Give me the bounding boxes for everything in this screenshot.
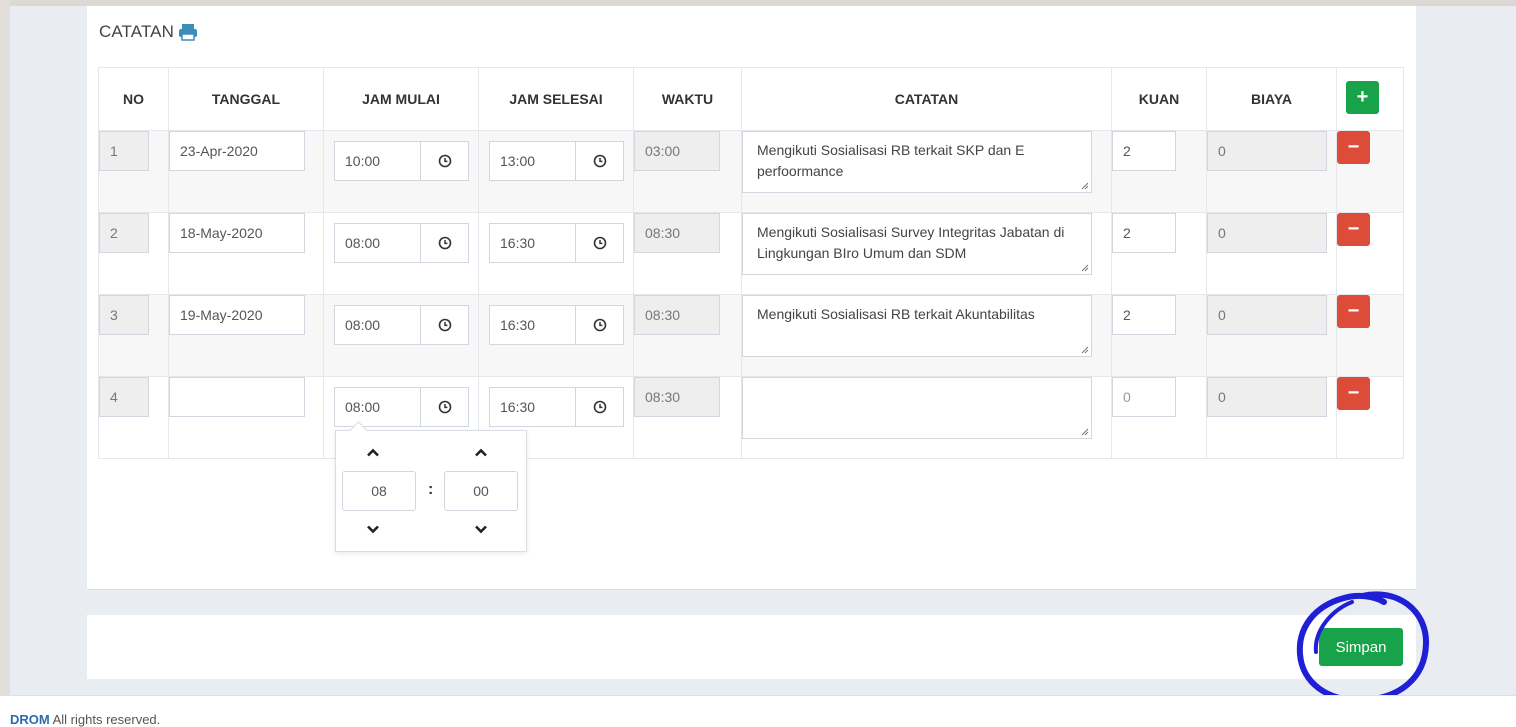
jam-mulai-input[interactable]: 08:00 bbox=[334, 223, 420, 263]
col-header-biaya: BIAYA bbox=[1206, 67, 1337, 131]
footer-brand[interactable]: DROM bbox=[10, 712, 50, 727]
row-no-field: 4 bbox=[99, 377, 149, 417]
hour-down-chevron-icon[interactable] bbox=[363, 522, 383, 536]
jam-selesai-input[interactable]: 16:30 bbox=[489, 387, 575, 427]
catatan-text: Mengikuti Sosialisasi RB terkait SKP dan… bbox=[757, 142, 1025, 179]
clock-icon[interactable] bbox=[420, 305, 469, 345]
row-no-field: 2 bbox=[99, 213, 149, 253]
catatan-textarea[interactable]: Mengikuti Sosialisasi Survey Integritas … bbox=[742, 213, 1092, 275]
clock-icon[interactable] bbox=[575, 305, 624, 345]
resize-grip-icon[interactable] bbox=[1079, 180, 1089, 190]
waktu-field: 08:30 bbox=[634, 295, 720, 335]
screen-edge bbox=[0, 0, 10, 726]
section-title: CATATAN bbox=[99, 22, 174, 41]
timepicker-popup: 08 : 00 bbox=[335, 430, 527, 552]
row-no-field: 1 bbox=[99, 131, 149, 171]
catatan-textarea[interactable]: Mengikuti Sosialisasi RB terkait SKP dan… bbox=[742, 131, 1092, 193]
col-header-jam-mulai: JAM MULAI bbox=[323, 67, 479, 131]
clock-icon[interactable] bbox=[575, 141, 624, 181]
jam-mulai-input[interactable]: 10:00 bbox=[334, 141, 420, 181]
table-header-row: NO TANGGAL JAM MULAI JAM SELESAI WAKTU C… bbox=[98, 67, 1404, 131]
resize-grip-icon[interactable] bbox=[1079, 262, 1089, 272]
col-header-waktu: WAKTU bbox=[633, 67, 742, 131]
hour-up-chevron-icon[interactable] bbox=[363, 445, 383, 459]
col-header-kuan: KUAN bbox=[1111, 67, 1207, 131]
biaya-field: 0 bbox=[1207, 377, 1327, 417]
resize-grip-icon[interactable] bbox=[1079, 344, 1089, 354]
highlight-circle-annotation bbox=[1296, 591, 1430, 704]
copyright-text: DROM All rights reserved. bbox=[10, 712, 160, 727]
remove-row-button[interactable]: − bbox=[1337, 213, 1370, 246]
clock-icon[interactable] bbox=[420, 387, 469, 427]
clock-icon[interactable] bbox=[575, 223, 624, 263]
remove-row-button[interactable]: − bbox=[1337, 295, 1370, 328]
hour-field[interactable]: 08 bbox=[342, 471, 416, 511]
catatan-textarea[interactable]: Mengikuti Sosialisasi RB terkait Akuntab… bbox=[742, 295, 1092, 357]
kuan-input[interactable]: 2 bbox=[1112, 131, 1176, 171]
biaya-field: 0 bbox=[1207, 131, 1327, 171]
jam-mulai-input[interactable]: 08:00 bbox=[334, 387, 420, 427]
clock-icon[interactable] bbox=[575, 387, 624, 427]
catatan-table: NO TANGGAL JAM MULAI JAM SELESAI WAKTU C… bbox=[98, 67, 1404, 459]
table-row: 4 08:00 16:30 08:30 0 0 − bbox=[98, 376, 1404, 459]
jam-selesai-input[interactable]: 16:30 bbox=[489, 223, 575, 263]
col-header-tanggal: TANGGAL bbox=[168, 67, 324, 131]
biaya-field: 0 bbox=[1207, 213, 1327, 253]
minute-up-chevron-icon[interactable] bbox=[471, 445, 491, 459]
catatan-card: CATATAN NO TANGGAL JAM MULAI JAM SELESAI… bbox=[87, 6, 1416, 590]
remove-row-button[interactable]: − bbox=[1337, 377, 1370, 410]
table-row: 3 19-May-2020 08:00 16:30 08:30 Mengikut… bbox=[98, 294, 1404, 377]
jam-mulai-input[interactable]: 08:00 bbox=[334, 305, 420, 345]
kuan-input[interactable]: 0 bbox=[1112, 377, 1176, 417]
page-footer-bar bbox=[0, 695, 1516, 727]
remove-row-button[interactable]: − bbox=[1337, 131, 1370, 164]
resize-grip-icon[interactable] bbox=[1079, 426, 1089, 436]
col-header-jam-selesai: JAM SELESAI bbox=[478, 67, 634, 131]
tanggal-input[interactable]: 23-Apr-2020 bbox=[169, 131, 305, 171]
section-header: CATATAN bbox=[99, 22, 198, 42]
tanggal-input[interactable]: 19-May-2020 bbox=[169, 295, 305, 335]
jam-selesai-input[interactable]: 13:00 bbox=[489, 141, 575, 181]
col-header-action: + bbox=[1336, 67, 1404, 131]
catatan-textarea[interactable] bbox=[742, 377, 1092, 439]
table-row: 1 23-Apr-2020 10:00 13:00 03:00 Mengikut… bbox=[98, 130, 1404, 213]
waktu-field: 08:30 bbox=[634, 213, 720, 253]
add-row-button[interactable]: + bbox=[1346, 81, 1379, 114]
clock-icon[interactable] bbox=[420, 141, 469, 181]
col-header-catatan: CATATAN bbox=[741, 67, 1112, 131]
catatan-text: Mengikuti Sosialisasi Survey Integritas … bbox=[757, 224, 1065, 261]
kuan-input[interactable]: 2 bbox=[1112, 295, 1176, 335]
catatan-text: Mengikuti Sosialisasi RB terkait Akuntab… bbox=[757, 306, 1035, 322]
form-footer-card bbox=[87, 615, 1416, 679]
row-no-field: 3 bbox=[99, 295, 149, 335]
tanggal-input[interactable] bbox=[169, 377, 305, 417]
col-header-no: NO bbox=[98, 67, 169, 131]
tanggal-input[interactable]: 18-May-2020 bbox=[169, 213, 305, 253]
printer-icon[interactable] bbox=[178, 23, 198, 41]
clock-icon[interactable] bbox=[420, 223, 469, 263]
biaya-field: 0 bbox=[1207, 295, 1327, 335]
minute-down-chevron-icon[interactable] bbox=[471, 522, 491, 536]
minute-field[interactable]: 00 bbox=[444, 471, 518, 511]
time-separator: : bbox=[428, 481, 434, 498]
kuan-input[interactable]: 2 bbox=[1112, 213, 1176, 253]
jam-selesai-input[interactable]: 16:30 bbox=[489, 305, 575, 345]
waktu-field: 03:00 bbox=[634, 131, 720, 171]
footer-rights: All rights reserved. bbox=[52, 712, 161, 727]
waktu-field: 08:30 bbox=[634, 377, 720, 417]
table-row: 2 18-May-2020 08:00 16:30 08:30 Mengikut… bbox=[98, 212, 1404, 295]
